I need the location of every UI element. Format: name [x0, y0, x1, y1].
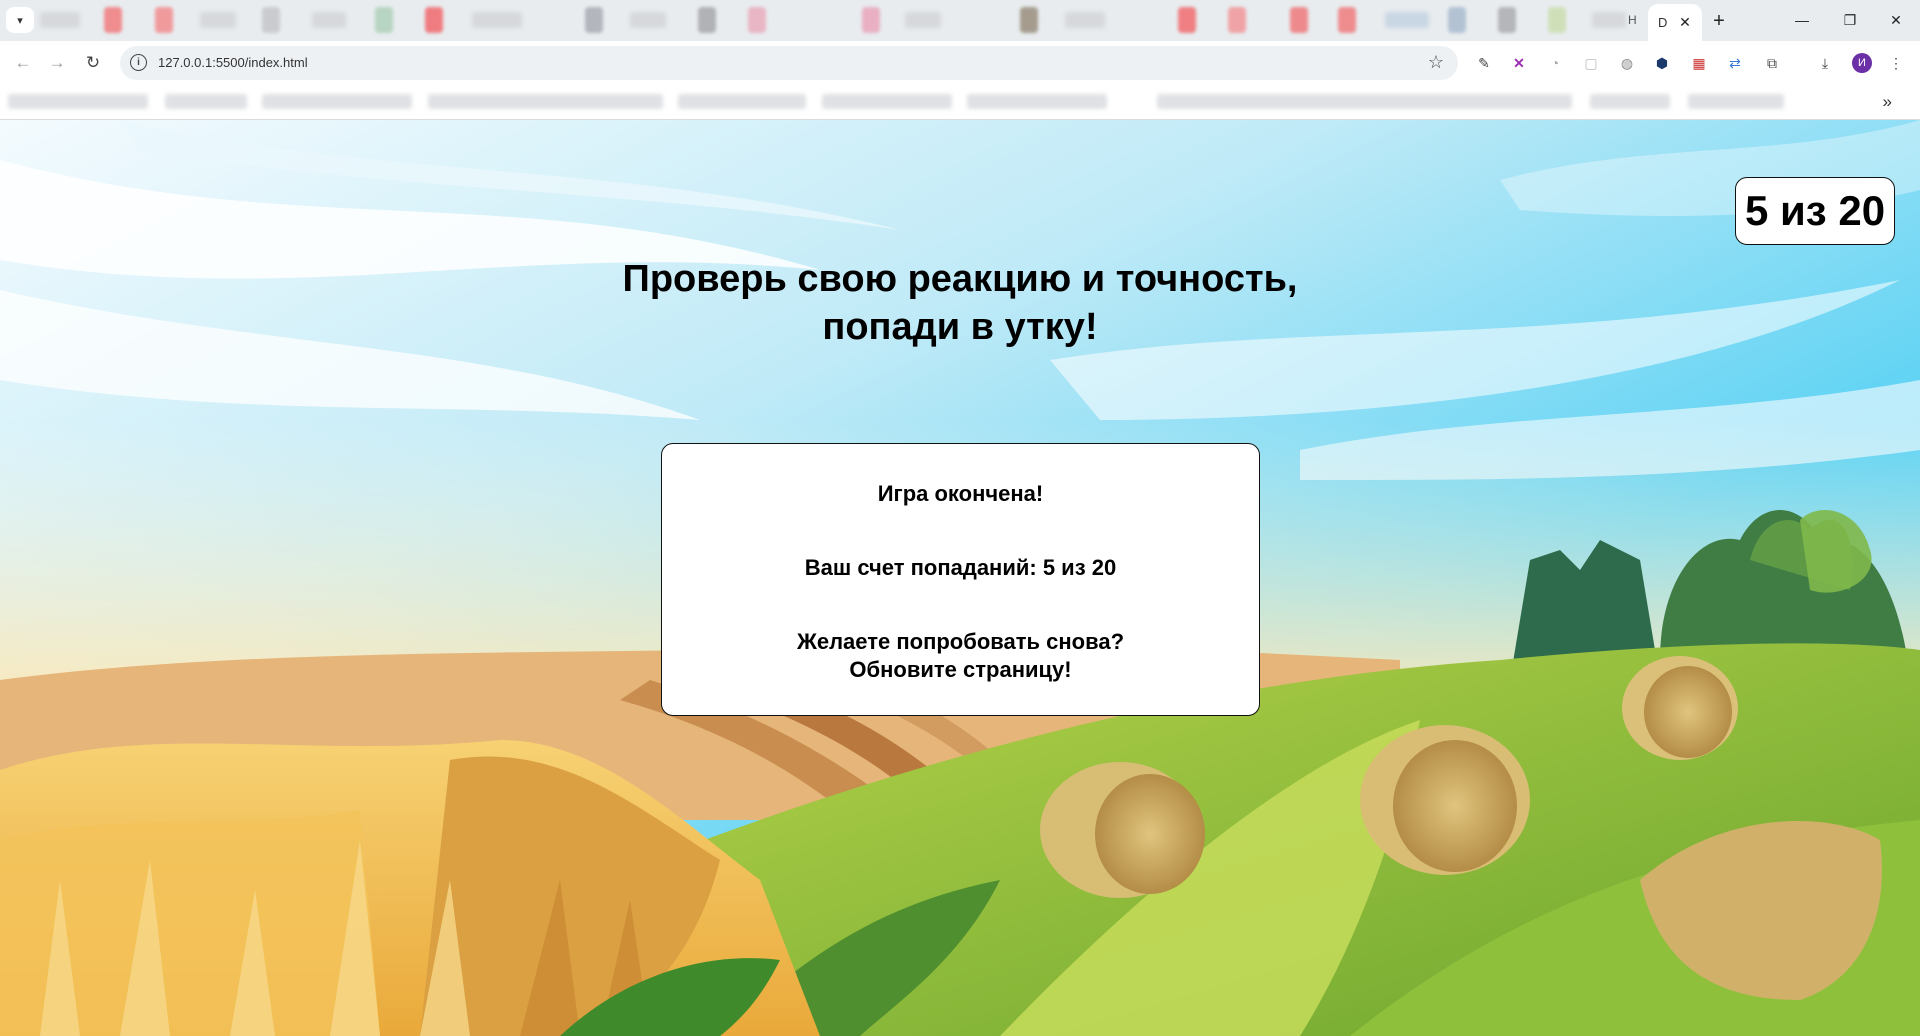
game-over-modal: Игра окончена! Ваш счет попаданий: 5 из …: [661, 443, 1260, 716]
tab-favicon[interactable]: [262, 7, 280, 33]
refresh-instruction-text: Обновите страницу!: [849, 657, 1072, 682]
page-viewport: 5 из 20 Проверь свою реакцию и точность,…: [0, 120, 1920, 1036]
tab-favicon[interactable]: [698, 7, 716, 33]
blurred-tab[interactable]: [630, 12, 666, 28]
tab-favicon[interactable]: [1020, 7, 1038, 33]
tab-favicon[interactable]: [375, 7, 393, 33]
title-line: Проверь свою реакцию и точность,: [622, 258, 1298, 300]
x-extension-icon[interactable]: ✕: [1509, 53, 1529, 73]
color-picker-icon[interactable]: ✎: [1474, 53, 1494, 73]
forward-icon[interactable]: →: [42, 48, 72, 78]
tab-favicon[interactable]: [1228, 7, 1246, 33]
profile-avatar[interactable]: И: [1852, 53, 1872, 73]
back-icon[interactable]: ←: [8, 48, 38, 78]
browser-toolbar: ← → ↻ i 127.0.0.1:5500/index.html ☆ ✎ ✕ …: [0, 41, 1920, 84]
extensions-puzzle-icon[interactable]: ⧉: [1762, 53, 1782, 73]
blurred-tab[interactable]: [905, 12, 941, 28]
tab-favicon[interactable]: [1498, 7, 1516, 33]
game-over-text: Игра окончена!: [877, 481, 1044, 506]
page-extension-icon[interactable]: ▢: [1581, 53, 1601, 73]
bookmark-item[interactable]: [1688, 94, 1784, 109]
blurred-tab[interactable]: [40, 12, 80, 28]
blurred-tab[interactable]: [1385, 12, 1429, 28]
tab-favicon[interactable]: [425, 7, 443, 33]
tab-favicon[interactable]: [748, 7, 766, 33]
window-close-icon[interactable]: ✕: [1876, 6, 1916, 34]
browser-tab-strip: ▾ H D ✕ + — ❐ ✕: [0, 0, 1920, 41]
bookmark-item[interactable]: [678, 94, 806, 109]
more-bookmarks-icon[interactable]: »: [1883, 92, 1892, 112]
tab-favicon[interactable]: [1290, 7, 1308, 33]
restore-icon[interactable]: ❐: [1830, 6, 1870, 34]
blurred-tab[interactable]: [312, 12, 346, 28]
bookmark-item[interactable]: [8, 94, 148, 109]
bookmark-item[interactable]: [822, 94, 952, 109]
close-icon[interactable]: ✕: [1676, 14, 1694, 32]
more-menu-icon[interactable]: ⋮: [1886, 53, 1906, 73]
tab-title: D: [1658, 15, 1668, 30]
bookmark-item[interactable]: [1157, 94, 1572, 109]
retry-prompt-text: Желаете попробовать снова?: [796, 629, 1125, 654]
final-score-text: Ваш счет попаданий: 5 из 20: [804, 555, 1117, 580]
tab-favicon[interactable]: [1338, 7, 1356, 33]
hit-counter: 5 из 20: [1735, 177, 1895, 245]
bookmark-item[interactable]: [967, 94, 1107, 109]
calendar-extension-icon[interactable]: ▦: [1689, 53, 1709, 73]
cube-extension-icon[interactable]: ⬢: [1652, 53, 1672, 73]
globe-icon[interactable]: ◍: [1617, 53, 1637, 73]
minimize-icon[interactable]: —: [1782, 6, 1822, 34]
download-icon[interactable]: ⤓: [1815, 53, 1835, 73]
blurred-tab[interactable]: [200, 12, 236, 28]
clock-extension-icon[interactable]: ◔: [1545, 53, 1565, 73]
active-tab[interactable]: D ✕: [1648, 4, 1702, 41]
tab-favicon[interactable]: [1448, 7, 1466, 33]
reload-icon[interactable]: ↻: [78, 48, 108, 78]
address-bar[interactable]: i 127.0.0.1:5500/index.html ☆: [120, 46, 1458, 80]
tab-favicon[interactable]: [585, 7, 603, 33]
tab-search-dropdown-icon[interactable]: ▾: [6, 7, 34, 33]
tab-favicon[interactable]: [1178, 7, 1196, 33]
blurred-tab[interactable]: [472, 12, 522, 28]
tab-favicon[interactable]: [1548, 7, 1566, 33]
tab-title[interactable]: H: [1628, 13, 1637, 27]
bookmark-item[interactable]: [1590, 94, 1670, 109]
bookmark-star-icon[interactable]: ☆: [1428, 52, 1444, 73]
tab-favicon[interactable]: [104, 7, 122, 33]
bookmark-item[interactable]: [165, 94, 247, 109]
tab-favicon[interactable]: [862, 7, 880, 33]
bookmarks-bar: »: [0, 84, 1920, 120]
page-title: Проверь свою реакцию и точность, попади …: [560, 255, 1360, 351]
tab-favicon[interactable]: [155, 7, 173, 33]
url-text[interactable]: 127.0.0.1:5500/index.html: [158, 55, 308, 70]
bookmark-item[interactable]: [262, 94, 412, 109]
site-info-icon[interactable]: i: [130, 54, 147, 71]
bookmark-item[interactable]: [428, 94, 663, 109]
blurred-tab[interactable]: [1065, 12, 1105, 28]
translate-icon[interactable]: ⇄: [1725, 53, 1745, 73]
new-tab-button[interactable]: +: [1706, 8, 1732, 34]
title-line: попади в утку!: [822, 306, 1098, 348]
blurred-tab[interactable]: [1592, 12, 1626, 28]
